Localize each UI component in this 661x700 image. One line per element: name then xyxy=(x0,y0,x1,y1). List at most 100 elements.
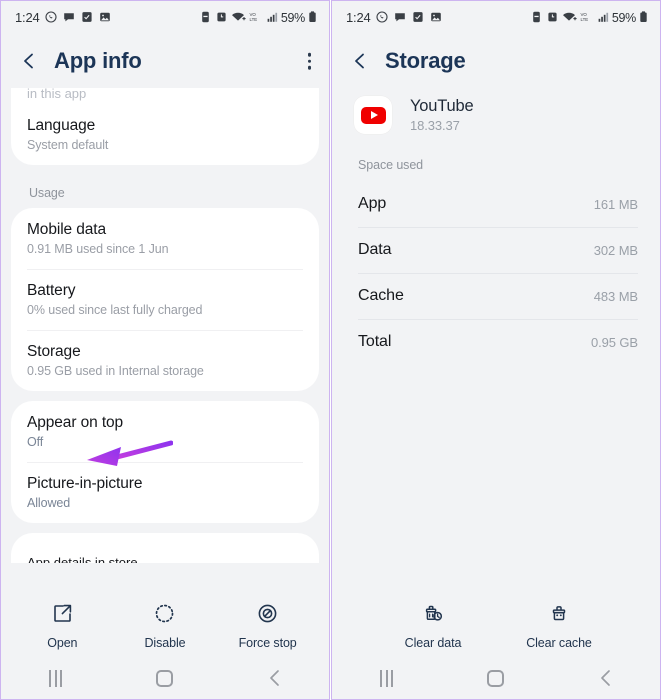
disable-dotted-circle-icon xyxy=(154,603,175,629)
dnd-icon xyxy=(530,11,543,24)
nav-bar-left xyxy=(1,657,329,699)
status-bar-right: 1:24 VO LTE 59% xyxy=(332,1,660,34)
home-icon[interactable] xyxy=(135,663,195,693)
clipped-bottom-card[interactable]: App details in store xyxy=(11,533,319,563)
row-storage-sub: 0.95 GB used in Internal storage xyxy=(27,364,204,378)
page-title: App info xyxy=(54,48,142,73)
settings-list-left[interactable]: in this app Language System default Usag… xyxy=(1,88,329,595)
app-header: YouTube 18.33.37 xyxy=(332,88,660,150)
app-bar-right: Storage xyxy=(332,34,660,88)
nav-bar-right xyxy=(332,657,660,699)
row-battery-sub: 0% used since last fully charged xyxy=(27,303,203,317)
youtube-icon xyxy=(354,96,392,134)
dual-screenshot-container: 1:24 VO LTE 59% App info in this app Lan… xyxy=(0,0,661,700)
left-phone-screen: 1:24 VO LTE 59% App info in this app Lan… xyxy=(0,0,330,700)
row-battery-title: Battery xyxy=(27,282,76,299)
row-battery[interactable]: Battery 0% used since last fully charged xyxy=(11,269,319,330)
battery-percent: 59% xyxy=(611,10,636,25)
space-used-list: App 161 MB Data 302 MB Cache 483 MB Tota… xyxy=(332,181,660,365)
row-mobile-data-title: Mobile data xyxy=(27,221,107,238)
clear-data-icon xyxy=(422,602,444,629)
back-icon[interactable] xyxy=(244,663,304,693)
gallery-icon xyxy=(99,11,112,24)
volte-icon: VO LTE xyxy=(249,11,264,24)
row-picture-in-picture[interactable]: Picture-in-picture Allowed xyxy=(11,462,319,523)
signal-icon xyxy=(598,11,609,24)
app-meta: YouTube 18.33.37 xyxy=(410,97,474,133)
storage-detail-body: YouTube 18.33.37 Space used App 161 MB D… xyxy=(332,88,660,595)
home-icon[interactable] xyxy=(466,663,526,693)
svg-text:LTE: LTE xyxy=(249,17,257,22)
page-title: Storage xyxy=(385,48,466,73)
status-bar-right-right-group: VO LTE 59% xyxy=(530,11,648,25)
status-bar-left-group: 1:24 xyxy=(15,10,112,25)
stat-row-cache-value: 483 MB xyxy=(593,288,638,304)
row-mobile-data-sub: 0.91 MB used since 1 Jun xyxy=(27,242,169,256)
status-bar-right-group: VO LTE 59% xyxy=(199,11,317,25)
clear-cache-button[interactable]: Clear cache xyxy=(524,602,594,650)
stat-row-app-value: 161 MB xyxy=(593,196,638,212)
status-bar-right-left-group: 1:24 xyxy=(346,10,443,25)
volte-icon: VO LTE xyxy=(580,11,595,24)
row-storage-title: Storage xyxy=(27,343,81,360)
app-bar-left: App info xyxy=(1,34,329,88)
battery-icon xyxy=(639,11,648,24)
whatsapp-icon xyxy=(45,11,58,24)
wifi-icon xyxy=(231,11,246,24)
stat-row-data-value: 302 MB xyxy=(593,242,638,258)
back-chevron-icon[interactable] xyxy=(17,49,41,73)
right-phone-screen: 1:24 VO LTE 59% Storage YouTube 18.33.37… xyxy=(331,0,661,700)
app-version: 18.33.37 xyxy=(410,118,460,133)
dnd-icon xyxy=(199,11,212,24)
stat-row-data: Data 302 MB xyxy=(358,227,638,273)
row-mobile-data[interactable]: Mobile data 0.91 MB used since 1 Jun xyxy=(11,208,319,269)
row-appear-on-top-title: Appear on top xyxy=(27,414,124,431)
todo-icon xyxy=(81,11,94,24)
open-button[interactable]: Open xyxy=(27,603,97,650)
row-picture-in-picture-sub: Allowed xyxy=(27,496,71,510)
status-time-right: 1:24 xyxy=(346,10,371,25)
row-language[interactable]: Language System default xyxy=(11,104,319,165)
svg-text:LTE: LTE xyxy=(580,17,588,22)
stat-row-cache-name: Cache xyxy=(358,287,404,304)
action-bar-right: Clear data Clear cache xyxy=(332,595,660,657)
more-options-icon[interactable] xyxy=(307,52,311,70)
todo-icon xyxy=(412,11,425,24)
row-appear-on-top[interactable]: Appear on top Off xyxy=(11,401,319,462)
wifi-icon xyxy=(562,11,577,24)
action-bar-left: Open Disable Force stop xyxy=(1,595,329,657)
disable-button-label: Disable xyxy=(144,635,186,650)
row-language-title: Language xyxy=(27,117,96,134)
force-stop-button[interactable]: Force stop xyxy=(233,603,303,650)
clipped-permissions-card[interactable]: in this app Language System default xyxy=(11,88,319,165)
clear-data-button-label: Clear data xyxy=(404,636,462,650)
recents-icon[interactable] xyxy=(26,663,86,693)
row-picture-in-picture-title: Picture-in-picture xyxy=(27,475,143,492)
stat-row-app: App 161 MB xyxy=(358,181,638,227)
status-bar-left: 1:24 VO LTE 59% xyxy=(1,1,329,34)
row-storage[interactable]: Storage 0.95 GB used in Internal storage xyxy=(11,330,319,391)
signal-icon xyxy=(267,11,278,24)
battery-percent: 59% xyxy=(280,10,305,25)
back-icon[interactable] xyxy=(575,663,635,693)
whatsapp-icon xyxy=(376,11,389,24)
back-chevron-icon[interactable] xyxy=(348,49,372,73)
clear-data-button[interactable]: Clear data xyxy=(398,602,468,650)
space-used-label: Space used xyxy=(358,158,424,172)
app-name: YouTube xyxy=(410,97,474,115)
alarm-icon xyxy=(546,11,559,24)
usage-card: Mobile data 0.91 MB used since 1 Jun Bat… xyxy=(11,208,319,391)
stat-row-cache: Cache 483 MB xyxy=(358,273,638,319)
recents-icon[interactable] xyxy=(357,663,417,693)
stat-row-total: Total 0.95 GB xyxy=(358,319,638,365)
force-stop-button-label: Force stop xyxy=(238,635,297,650)
force-stop-icon xyxy=(257,603,278,629)
clipped-row-text: in this app xyxy=(27,88,87,101)
clipped-bottom-text: App details in store xyxy=(27,555,138,563)
stat-row-total-value: 0.95 GB xyxy=(591,334,638,350)
disable-button[interactable]: Disable xyxy=(130,603,200,650)
stat-row-total-name: Total xyxy=(358,333,392,350)
row-language-sub: System default xyxy=(27,138,109,152)
clear-cache-button-label: Clear cache xyxy=(526,636,592,650)
open-button-label: Open xyxy=(47,635,78,650)
